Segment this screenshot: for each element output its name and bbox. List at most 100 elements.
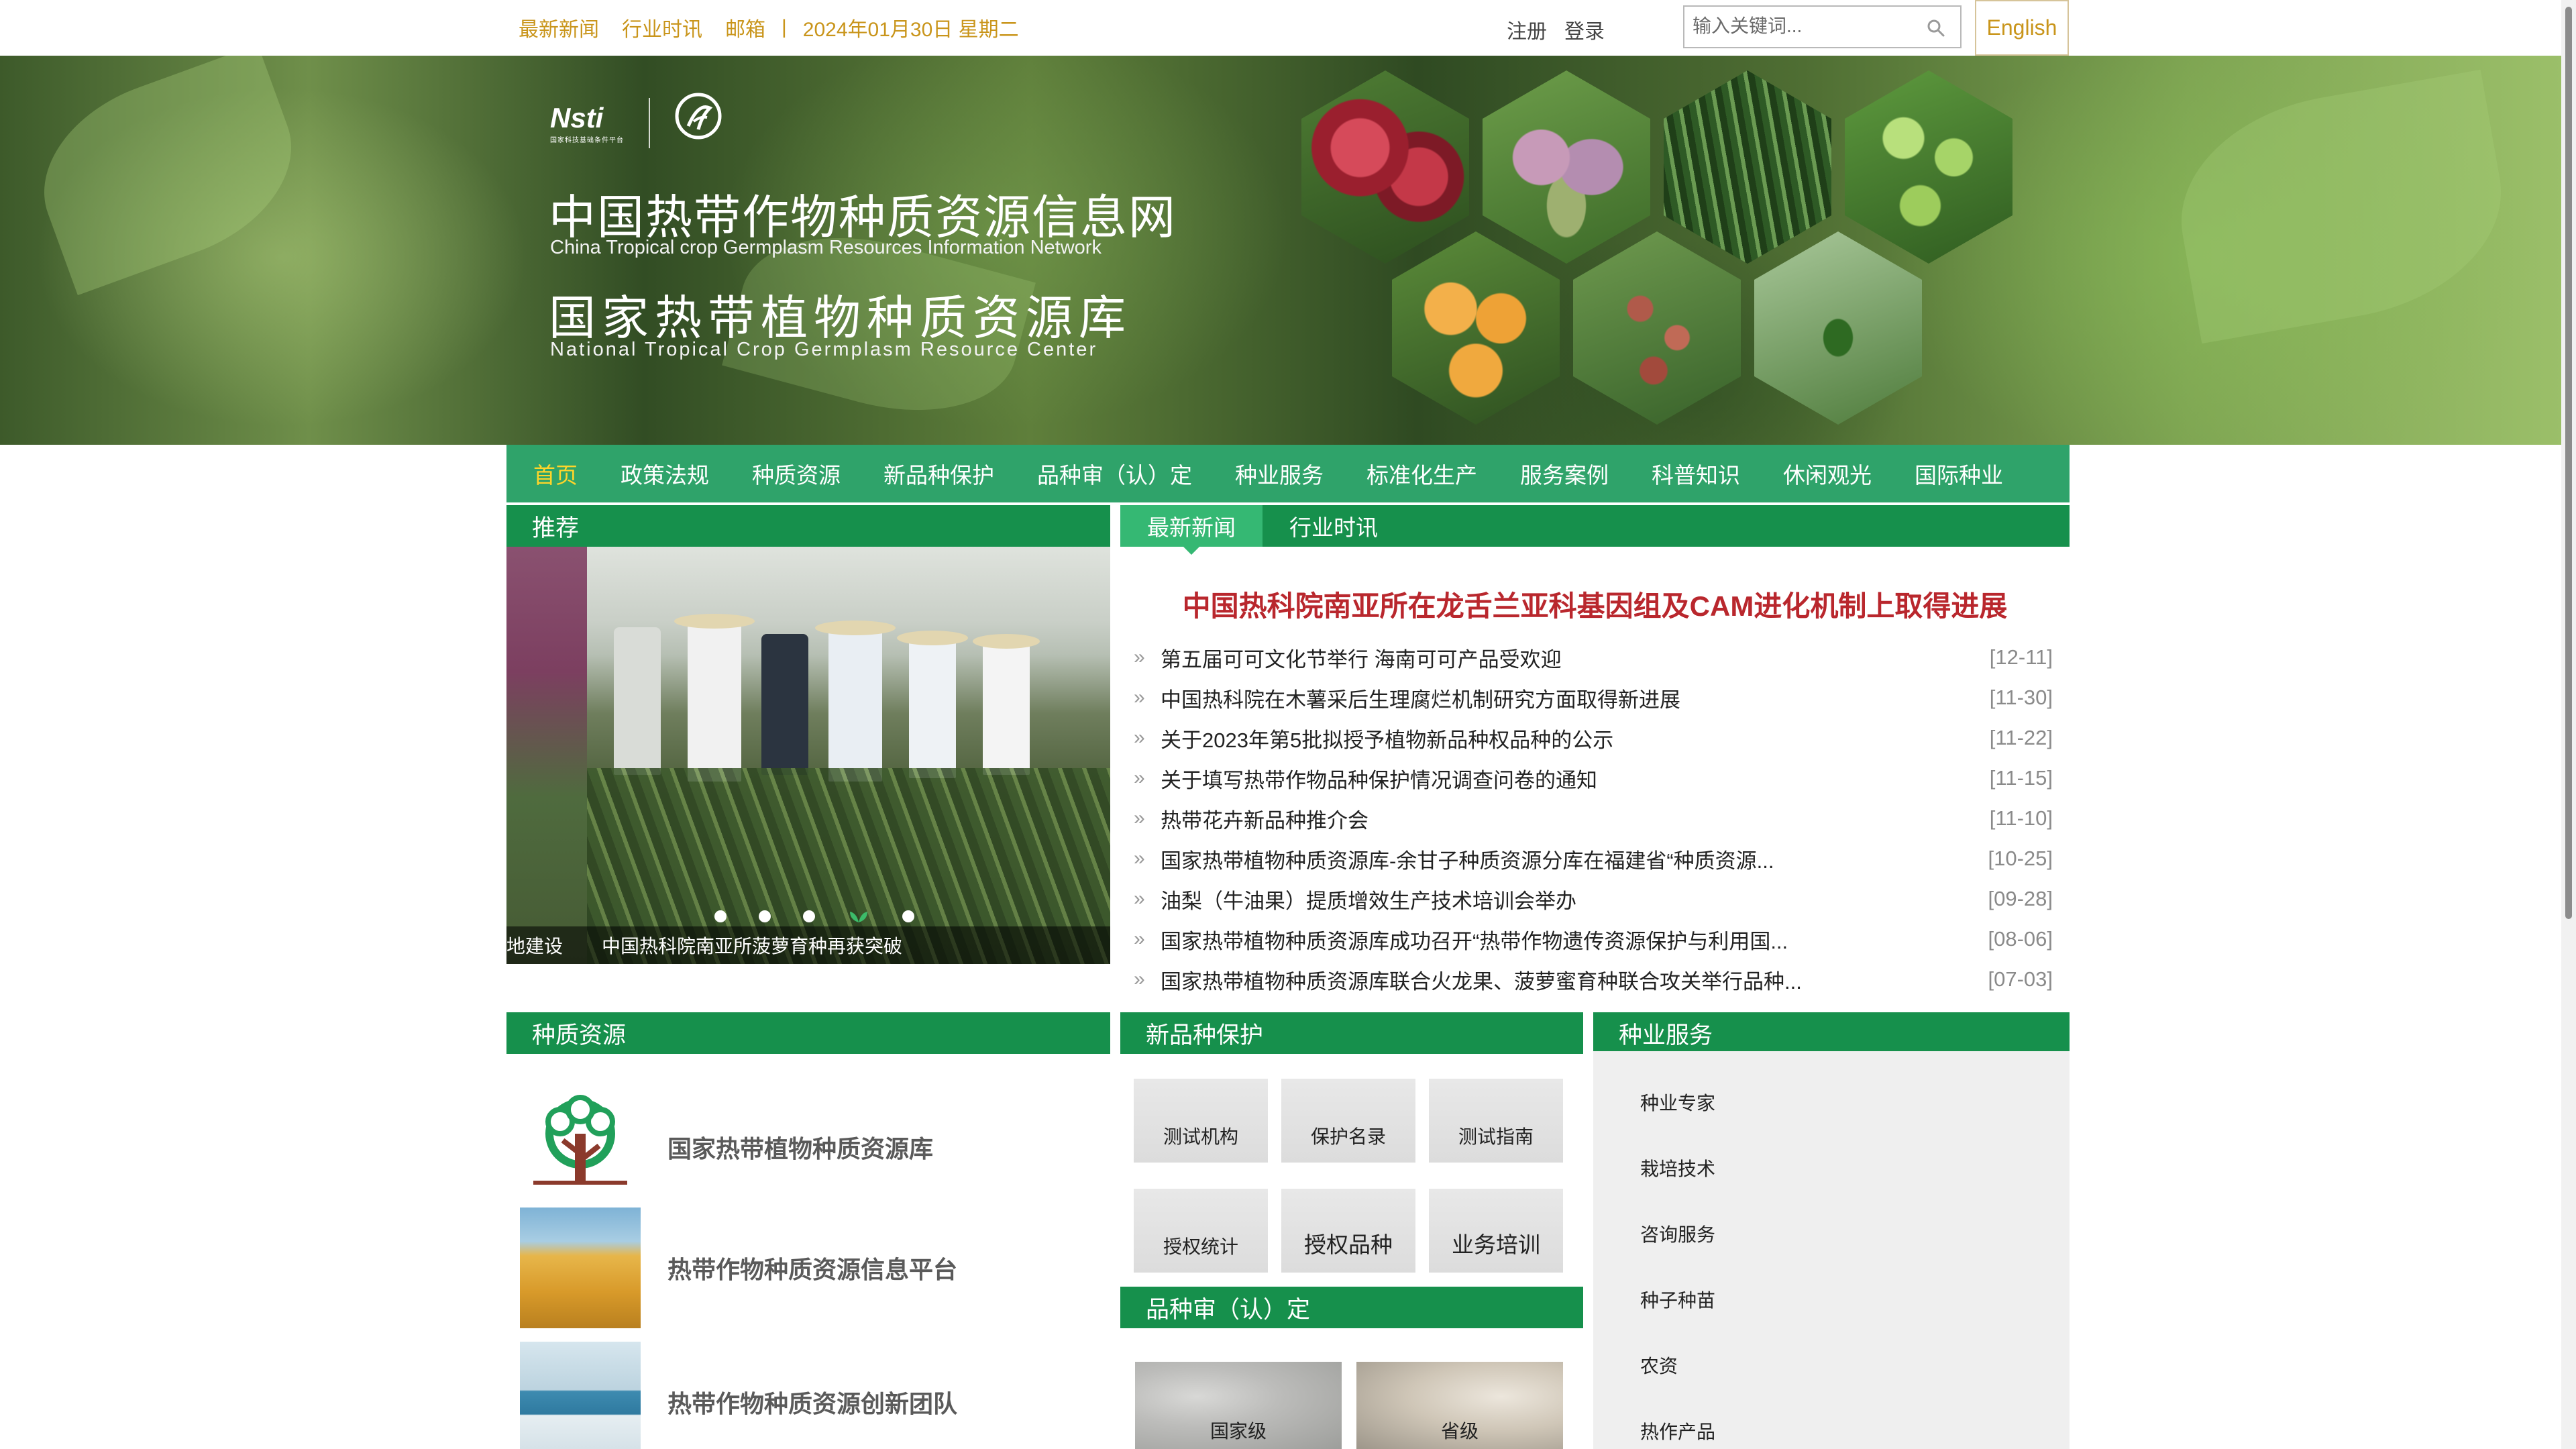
news-list: » 第五届可可文化节举行 海南可可产品受欢迎 [12-11] » 中国热科院在木薯采后生… [1134, 637, 2066, 1000]
germplasm-item[interactable]: 热带作物种质资源信息平台 [520, 1208, 1110, 1328]
news-item[interactable]: » 中国热科院在木薯采后生理腐烂机制研究方面取得新进展 [11-30] [1134, 678, 2066, 718]
nav-item-variety-approval[interactable]: 品种审（认）定 [1037, 458, 1192, 490]
germplasm-item[interactable]: 热带作物种质资源创新团队 [520, 1342, 1110, 1449]
current-date: 2024年01月30日 星期二 [802, 19, 1019, 41]
news-item[interactable]: » 国家热带植物种质资源库成功召开“热带作物遗传资源保护与利用国... [08-06… [1134, 919, 2066, 959]
nav-item-standard-production[interactable]: 标准化生产 [1366, 458, 1477, 490]
test-guide-button[interactable]: 测试指南 [1429, 1079, 1563, 1163]
news-item-title[interactable]: 第五届可可文化节举行 海南可可产品受欢迎 [1161, 643, 1562, 673]
search-icon[interactable] [1925, 17, 1947, 39]
slide-caption[interactable]: 中国热科院南亚所菠萝育种再获突破 [602, 932, 902, 959]
slider-dot[interactable] [902, 910, 914, 922]
english-button[interactable]: English [1975, 0, 2069, 56]
leaf-icon [850, 912, 867, 922]
granted-varieties-button[interactable]: 授权品种 [1281, 1189, 1415, 1273]
top-separator: | [782, 16, 787, 38]
news-item[interactable]: » 关于填写热带作物品种保护情况调查问卷的通知 [11-15] [1134, 758, 2066, 798]
double-chevron-icon: » [1134, 767, 1145, 789]
service-item-tropical-products[interactable]: 热作产品 [1640, 1417, 1715, 1444]
germplasm-item-label: 热带作物种质资源信息平台 [667, 1256, 958, 1283]
top-link-latest-news[interactable]: 最新新闻 [519, 13, 599, 42]
nsti-logo-text: Nsti [550, 101, 604, 133]
service-item-agri-supplies[interactable]: 农资 [1640, 1352, 1678, 1379]
slider-dot-active[interactable] [847, 909, 870, 924]
double-chevron-icon: » [1134, 968, 1145, 990]
double-chevron-icon: » [1134, 928, 1145, 950]
news-item-title[interactable]: 中国热科院在木薯采后生理腐烂机制研究方面取得新进展 [1161, 683, 1680, 713]
slider-dot[interactable] [803, 910, 815, 922]
news-item-title[interactable]: 关于填写热带作物品种保护情况调查问卷的通知 [1161, 763, 1597, 794]
slider-dots [714, 909, 947, 924]
slide-current-image[interactable] [587, 547, 1110, 964]
nav-item-variety-protection[interactable]: 新品种保护 [883, 458, 994, 490]
recommend-slider[interactable]: 地建设 中国热科院南亚所菠萝育种再获突破 [506, 547, 1110, 964]
nsti-logo[interactable]: Nsti 国家科技基础条件平台 [550, 99, 634, 146]
news-item-date: [11-30] [1989, 686, 2053, 709]
center-title-en: National Tropical Crop Germplasm Resourc… [550, 339, 1098, 360]
nav-item-germplasm[interactable]: 种质资源 [752, 458, 841, 490]
news-item-date: [08-06] [1988, 927, 2053, 951]
service-item-consulting[interactable]: 咨询服务 [1640, 1220, 1715, 1247]
nav-item-service-cases[interactable]: 服务案例 [1520, 458, 1609, 490]
scene-person [909, 637, 956, 778]
news-item-title[interactable]: 国家热带植物种质资源库成功召开“热带作物遗传资源保护与利用国... [1161, 924, 1788, 955]
top-link-industry-news[interactable]: 行业时讯 [622, 13, 702, 42]
cacao-image [1301, 70, 1469, 264]
germplasm-item-label: 国家热带植物种质资源库 [667, 1135, 934, 1163]
mango-image [1483, 70, 1650, 264]
news-item[interactable]: » 第五届可可文化节举行 海南可可产品受欢迎 [12-11] [1134, 637, 2066, 678]
login-link[interactable]: 登录 [1564, 15, 1605, 44]
nav-item-policy[interactable]: 政策法规 [621, 458, 709, 490]
news-item-title[interactable]: 油梨（牛油果）提质增效生产技术培训会举办 [1161, 884, 1576, 914]
slider-dot[interactable] [759, 910, 771, 922]
double-chevron-icon: » [1134, 727, 1145, 749]
page-scrollbar-thumb[interactable] [2565, 7, 2572, 919]
tab-industry-news[interactable]: 行业时讯 [1263, 505, 1405, 547]
top-link-email[interactable]: 邮箱 [725, 13, 765, 42]
nav-item-leisure[interactable]: 休闲观光 [1783, 458, 1872, 490]
nav-item-seed-service[interactable]: 种业服务 [1235, 458, 1324, 490]
test-institution-button[interactable]: 测试机构 [1134, 1079, 1268, 1163]
protection-list-button[interactable]: 保护名录 [1281, 1079, 1415, 1163]
nav-item-international[interactable]: 国际种业 [1915, 458, 2003, 490]
news-item[interactable]: » 国家热带植物种质资源库联合火龙果、菠萝蜜育种联合攻关举行品种... [07-03… [1134, 959, 2066, 1000]
news-item-date: [09-28] [1988, 887, 2053, 910]
service-item-cultivation[interactable]: 栽培技术 [1640, 1155, 1715, 1181]
slider-dot[interactable] [714, 910, 727, 922]
news-item[interactable]: » 热带花卉新品种推介会 [11-10] [1134, 798, 2066, 839]
register-link[interactable]: 注册 [1507, 15, 1547, 44]
service-item-seeds[interactable]: 种子种苗 [1640, 1286, 1715, 1313]
site-title-en: China Tropical crop Germplasm Resources … [550, 237, 1102, 258]
business-training-button[interactable]: 业务培训 [1429, 1189, 1563, 1273]
germplasm-item-label: 热带作物种质资源创新团队 [667, 1390, 958, 1417]
news-item-date: [11-10] [1989, 806, 2053, 830]
search-input[interactable] [1684, 7, 1913, 46]
nav-item-science[interactable]: 科普知识 [1652, 458, 1740, 490]
tab-latest-news[interactable]: 最新新闻 [1120, 505, 1263, 555]
news-item-title[interactable]: 国家热带植物种质资源库-余甘子种质资源分库在福建省“种质资源... [1161, 844, 1774, 874]
news-item-title[interactable]: 关于2023年第5批拟授予植物新品种权品种的公示 [1161, 723, 1613, 753]
news-item[interactable]: » 国家热带植物种质资源库-余甘子种质资源分库在福建省“种质资源... [10-25… [1134, 839, 2066, 879]
green-fruit-image [1845, 70, 2012, 264]
provincial-level-button[interactable]: 省级 [1356, 1362, 1563, 1449]
grant-statistics-button[interactable]: 授权统计 [1134, 1189, 1268, 1273]
news-item[interactable]: » 油梨（牛油果）提质增效生产技术培训会举办 [09-28] [1134, 879, 2066, 919]
news-item-title[interactable]: 热带花卉新品种推介会 [1161, 804, 1368, 834]
recommend-header: 推荐 [506, 505, 1110, 547]
news-item[interactable]: » 关于2023年第5批拟授予植物新品种权品种的公示 [11-22] [1134, 718, 2066, 758]
auth-links: 注册 登录 [1507, 15, 1622, 44]
orange-fruit-image [1392, 231, 1560, 425]
service-item-experts[interactable]: 种业专家 [1640, 1089, 1715, 1116]
scene-hat [897, 631, 968, 645]
nsti-logo-subtext: 国家科技基础条件平台 [550, 136, 624, 144]
germplasm-center-logo[interactable] [665, 89, 732, 156]
center-title-cn: 国家热带植物种质资源库 [549, 292, 1132, 344]
slide-caption-bar: 地建设 中国热科院南亚所菠萝育种再获突破 [506, 926, 1110, 964]
nav-item-home[interactable]: 首页 [533, 458, 578, 490]
news-item-title[interactable]: 国家热带植物种质资源库联合火龙果、菠萝蜜育种联合攻关举行品种... [1161, 965, 1802, 995]
double-chevron-icon: » [1134, 646, 1145, 668]
scene-person [828, 627, 882, 782]
news-headline[interactable]: 中国热科院南亚所在龙舌兰亚科基因组及CAM进化机制上取得进展 [1120, 584, 2070, 625]
germplasm-item[interactable]: 国家热带植物种质资源库 [520, 1087, 1110, 1208]
national-level-button[interactable]: 国家级 [1135, 1362, 1342, 1449]
